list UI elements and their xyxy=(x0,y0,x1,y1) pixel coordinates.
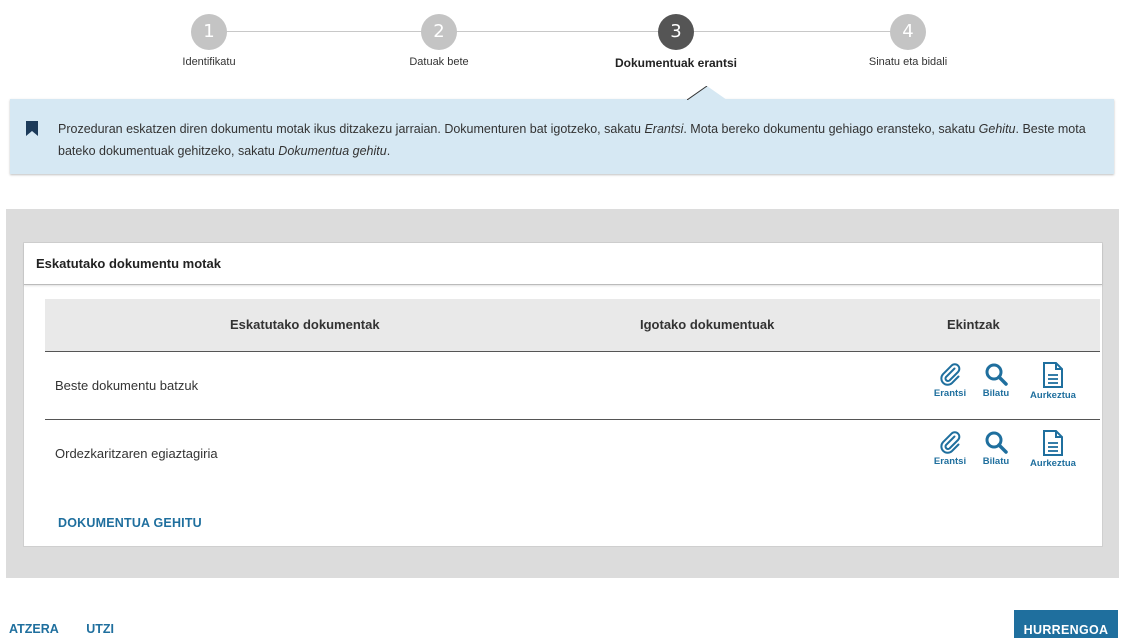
magnifier-icon xyxy=(976,430,1016,454)
add-document-link[interactable]: DOKUMENTUA GEHITU xyxy=(58,516,202,530)
preview-button[interactable]: Aurkeztua xyxy=(1023,430,1083,469)
attach-label: Erantsi xyxy=(933,388,967,399)
card-title: Eskatutako dokumentu motak xyxy=(24,243,1102,285)
step-label: Identifikatu xyxy=(182,56,236,68)
step-sign-send: 4 Sinatu eta bidali xyxy=(838,14,978,68)
row-actions: Erantsi Bilatu Aurkeztua xyxy=(892,362,1100,410)
table-row: Beste dokumentu batzuk Erantsi Bilatu Au… xyxy=(45,352,1100,420)
info-box: Prozeduran eskatzen diren dokumentu mota… xyxy=(10,86,1114,174)
step-fill-data: 2 Datuak bete xyxy=(369,14,509,68)
document-icon xyxy=(1023,430,1083,456)
magnifier-icon xyxy=(976,362,1016,386)
search-button[interactable]: Bilatu xyxy=(976,430,1016,467)
step-number: 3 xyxy=(658,14,694,50)
search-label: Bilatu xyxy=(982,456,1010,467)
step-number: 1 xyxy=(191,14,227,50)
footer-nav: ATZERA UTZI xyxy=(9,622,138,636)
step-label: Datuak bete xyxy=(409,56,469,68)
preview-label: Aurkeztua xyxy=(1030,390,1076,401)
document-type-name: Ordezkaritzaren egiaztagiria xyxy=(55,446,218,461)
paperclip-icon xyxy=(929,430,971,454)
preview-button[interactable]: Aurkeztua xyxy=(1023,362,1083,401)
documents-table: Eskatutako dokumentak Igotako dokumentua… xyxy=(45,299,1100,488)
step-number: 2 xyxy=(421,14,457,50)
step-label: Sinatu eta bidali xyxy=(868,56,948,68)
cancel-link[interactable]: UTZI xyxy=(86,622,114,636)
info-pointer xyxy=(687,86,727,100)
step-label: Dokumentuak erantsi xyxy=(614,56,738,70)
search-button[interactable]: Bilatu xyxy=(976,362,1016,399)
attach-button[interactable]: Erantsi xyxy=(929,430,971,467)
table-header: Eskatutako dokumentak Igotako dokumentua… xyxy=(45,299,1100,352)
step-identify: 1 Identifikatu xyxy=(139,14,279,68)
preview-label: Aurkeztua xyxy=(1030,458,1076,469)
document-type-name: Beste dokumentu batzuk xyxy=(55,378,199,393)
row-actions: Erantsi Bilatu Aurkeztua xyxy=(892,430,1100,478)
progress-stepper: 1 Identifikatu 2 Datuak bete 3 Dokumentu… xyxy=(0,14,1125,74)
document-icon xyxy=(1023,362,1083,388)
column-actions: Ekintzak xyxy=(947,317,1000,332)
search-label: Bilatu xyxy=(982,388,1010,399)
column-uploaded: Igotako dokumentuak xyxy=(640,317,775,332)
back-link[interactable]: ATZERA xyxy=(9,622,59,636)
column-requested: Eskatutako dokumentak xyxy=(230,317,380,332)
attach-label: Erantsi xyxy=(933,456,967,467)
step-number: 4 xyxy=(890,14,926,50)
paperclip-icon xyxy=(929,362,971,386)
documents-panel: Eskatutako dokumentu motak Eskatutako do… xyxy=(6,209,1119,578)
bookmark-icon xyxy=(26,121,38,141)
step-attach-documents: 3 Dokumentuak erantsi xyxy=(606,14,746,70)
attach-button[interactable]: Erantsi xyxy=(929,362,971,399)
documents-card: Eskatutako dokumentu motak Eskatutako do… xyxy=(23,242,1103,547)
table-row: Ordezkaritzaren egiaztagiria Erantsi Bil… xyxy=(45,420,1100,488)
info-text: Prozeduran eskatzen diren dokumentu mota… xyxy=(58,122,1086,158)
next-button[interactable]: HURRENGOA xyxy=(1014,610,1118,638)
